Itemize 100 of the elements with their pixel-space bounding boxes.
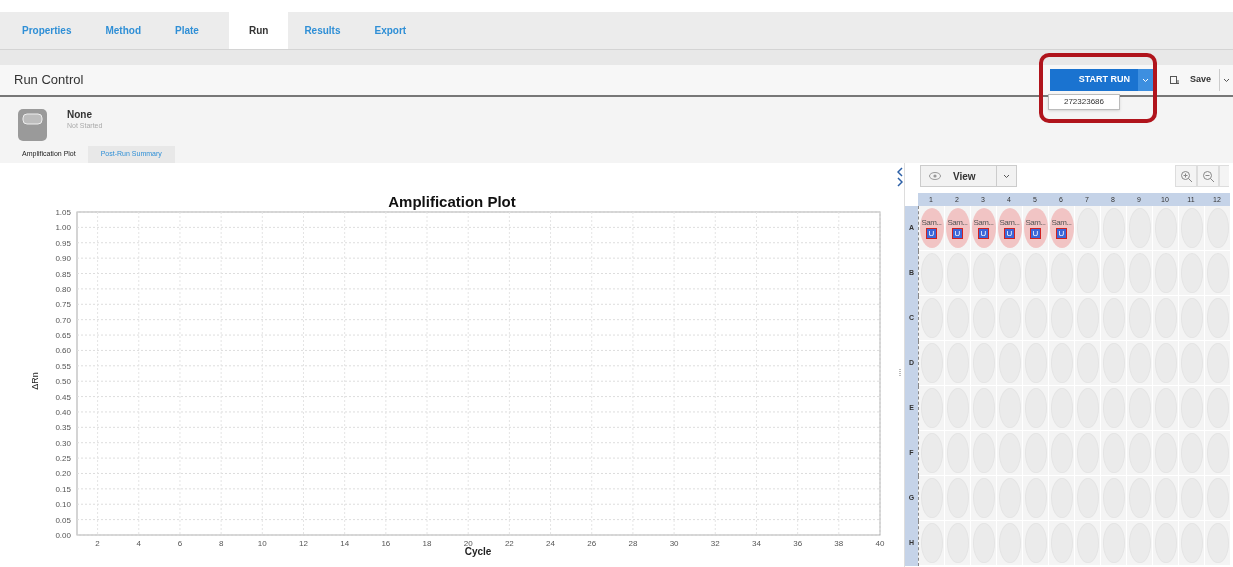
collapse-icon[interactable] [896,167,903,187]
empty-well[interactable] [1180,298,1203,338]
empty-well[interactable] [1050,298,1073,338]
zoom-out-button[interactable] [1197,165,1219,187]
empty-well[interactable] [1102,208,1125,248]
empty-well[interactable] [1050,253,1073,293]
empty-well[interactable] [1206,478,1229,518]
start-run-button[interactable]: START RUN [1049,69,1138,91]
nav-tab[interactable]: Run [228,12,289,49]
empty-well[interactable] [946,343,969,383]
empty-well[interactable] [972,478,995,518]
empty-well[interactable] [946,388,969,428]
empty-well[interactable] [998,298,1021,338]
empty-well[interactable] [1128,433,1151,473]
empty-well[interactable] [1180,343,1203,383]
sample-well[interactable]: Sam... U [1023,208,1048,248]
sample-well[interactable]: Sam... U [945,208,970,248]
empty-well[interactable] [1024,388,1047,428]
empty-well[interactable] [1050,523,1073,563]
empty-well[interactable] [920,298,943,338]
empty-well[interactable] [1024,433,1047,473]
empty-well[interactable] [1024,298,1047,338]
sample-well[interactable]: Sam... U [919,208,944,248]
empty-well[interactable] [1076,433,1099,473]
nav-tab[interactable]: Results [294,12,351,49]
dropdown-button[interactable] [996,165,1017,187]
empty-well[interactable] [1180,388,1203,428]
view-button[interactable]: View [920,165,997,187]
empty-well[interactable] [972,253,995,293]
empty-well[interactable] [1180,433,1203,473]
empty-well[interactable] [1206,343,1229,383]
empty-well[interactable] [1076,343,1099,383]
fit-button[interactable] [1219,165,1229,187]
empty-well[interactable] [1128,208,1151,248]
empty-well[interactable] [1024,523,1047,563]
empty-well[interactable] [998,253,1021,293]
empty-well[interactable] [1076,523,1099,563]
empty-well[interactable] [946,478,969,518]
empty-well[interactable] [1206,388,1229,428]
sample-well[interactable]: Sam... U [997,208,1022,248]
empty-well[interactable] [998,523,1021,563]
empty-well[interactable] [946,253,969,293]
empty-well[interactable] [920,253,943,293]
splitter-grip-icon[interactable] [898,369,901,377]
empty-well[interactable] [1102,523,1125,563]
empty-well[interactable] [998,433,1021,473]
empty-well[interactable] [946,298,969,338]
empty-well[interactable] [1128,478,1151,518]
nav-tab[interactable]: Properties [12,12,82,49]
empty-well[interactable] [1180,253,1203,293]
empty-well[interactable] [1180,208,1203,248]
empty-well[interactable] [1102,433,1125,473]
empty-well[interactable] [1154,433,1177,473]
empty-well[interactable] [998,388,1021,428]
empty-well[interactable] [1024,478,1047,518]
empty-well[interactable] [1128,253,1151,293]
empty-well[interactable] [1206,253,1229,293]
empty-well[interactable] [1206,433,1229,473]
empty-well[interactable] [1154,298,1177,338]
empty-well[interactable] [1154,388,1177,428]
sample-well[interactable]: Sam... U [971,208,996,248]
empty-well[interactable] [946,523,969,563]
sample-well[interactable]: Sam... U [1049,208,1074,248]
empty-well[interactable] [1102,388,1125,428]
empty-well[interactable] [1154,343,1177,383]
empty-well[interactable] [1102,343,1125,383]
empty-well[interactable] [920,523,943,563]
empty-well[interactable] [946,433,969,473]
empty-well[interactable] [1128,298,1151,338]
empty-well[interactable] [1154,523,1177,563]
empty-well[interactable] [1050,388,1073,428]
empty-well[interactable] [972,388,995,428]
nav-tab[interactable]: Method [95,12,151,49]
empty-well[interactable] [1076,478,1099,518]
empty-well[interactable] [920,343,943,383]
empty-well[interactable] [1154,478,1177,518]
empty-well[interactable] [1050,343,1073,383]
empty-well[interactable] [1102,253,1125,293]
empty-well[interactable] [1180,478,1203,518]
empty-well[interactable] [972,523,995,563]
empty-well[interactable] [1050,478,1073,518]
empty-well[interactable] [998,343,1021,383]
empty-well[interactable] [1102,478,1125,518]
empty-well[interactable] [1128,343,1151,383]
empty-well[interactable] [1076,388,1099,428]
empty-well[interactable] [972,298,995,338]
empty-well[interactable] [1180,523,1203,563]
empty-well[interactable] [1076,298,1099,338]
empty-well[interactable] [1050,433,1073,473]
empty-well[interactable] [1076,208,1099,248]
empty-well[interactable] [920,433,943,473]
empty-well[interactable] [972,433,995,473]
empty-well[interactable] [1128,388,1151,428]
empty-well[interactable] [1154,253,1177,293]
empty-well[interactable] [920,388,943,428]
nav-tab[interactable]: Export [364,12,417,49]
empty-well[interactable] [1206,523,1229,563]
zoom-in-button[interactable] [1175,165,1197,187]
empty-well[interactable] [1076,253,1099,293]
nav-tab[interactable]: Plate [165,12,209,49]
